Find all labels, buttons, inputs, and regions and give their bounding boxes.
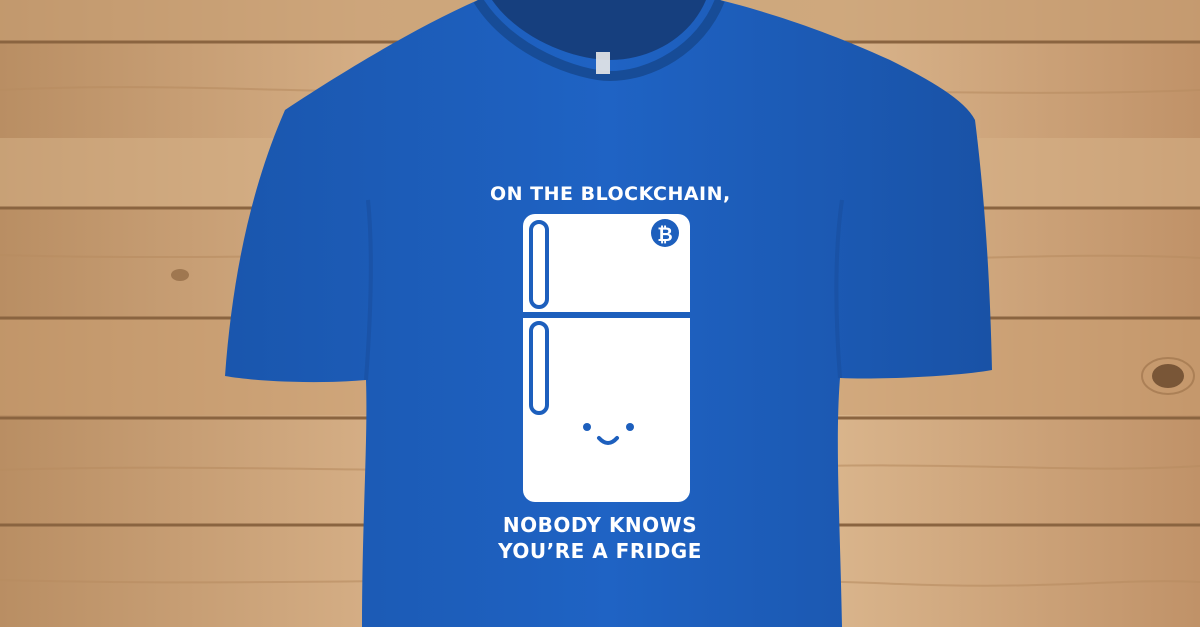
- bitcoin-icon: ₿: [651, 219, 679, 247]
- face-left-eye: [583, 423, 591, 431]
- print-text-bottom-1: NOBODY KNOWS: [502, 513, 698, 537]
- face-right-eye: [626, 423, 634, 431]
- print-text-top: ON THE BLOCKCHAIN,: [490, 183, 731, 205]
- fridge-icon: [523, 214, 690, 502]
- print-text-bottom-2: YOU’RE A FRIDGE: [498, 539, 702, 563]
- bitcoin-symbol: ₿: [657, 224, 672, 246]
